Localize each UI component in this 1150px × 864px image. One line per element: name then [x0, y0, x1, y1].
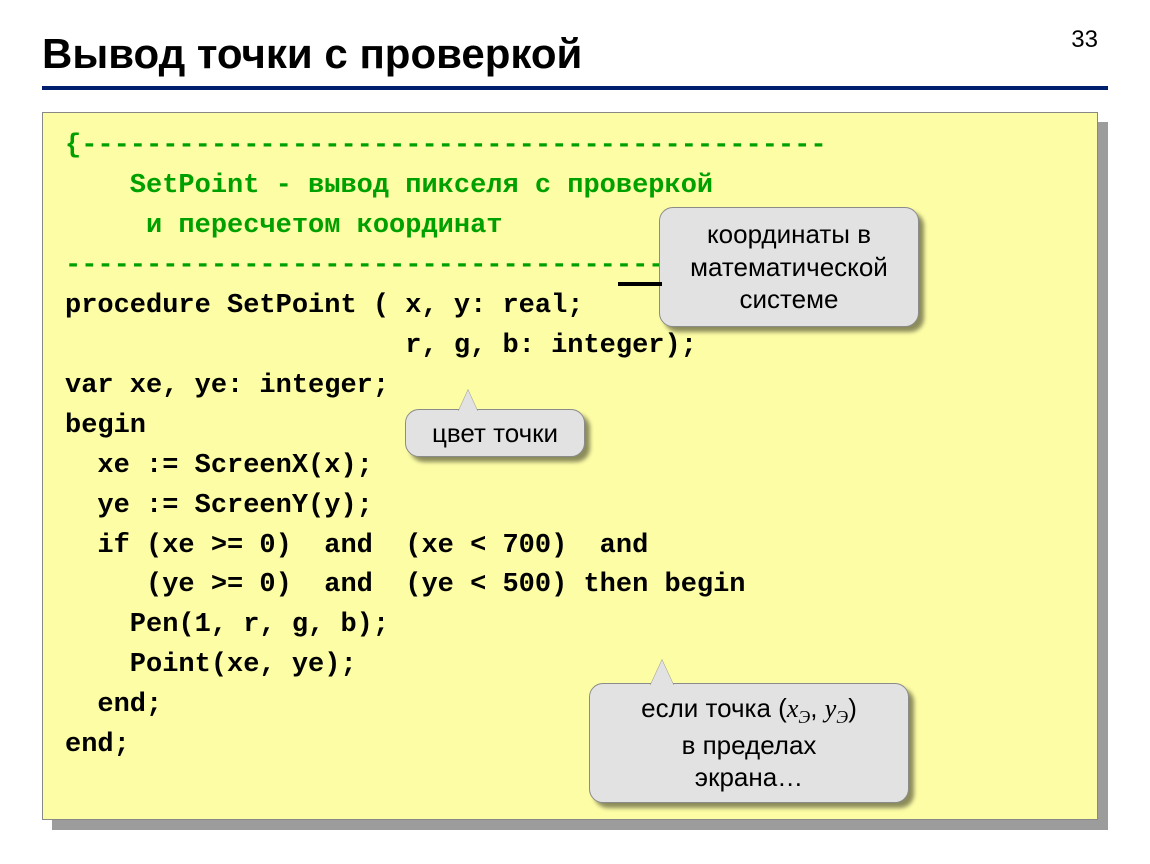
callout-in-screen: если точка (xЭ, yЭ) в пределах экрана…: [589, 683, 909, 803]
callout-text: математической: [674, 251, 904, 284]
callout-connector: [650, 660, 674, 686]
code-line: if (xe >= 0) and (xe < 700) and: [65, 531, 648, 561]
callout-text: экрана…: [604, 761, 894, 794]
callout-point-color: цвет точки: [405, 409, 585, 457]
comment-line: {---------------------------------------…: [65, 131, 827, 161]
code-line: Point(xe, ye);: [65, 650, 357, 680]
code-line: ye := ScreenY(y);: [65, 491, 373, 521]
callout-coords-math-system: координаты в математической системе: [659, 207, 919, 327]
callout-text: системе: [674, 283, 904, 316]
code-line: (ye >= 0) and (ye < 500) then begin: [65, 570, 746, 600]
page-number: 33: [1071, 26, 1098, 54]
callout-text: цвет точки: [420, 417, 570, 450]
slide: 33 Вывод точки с проверкой {------------…: [0, 0, 1150, 864]
callout-text: если точка (xЭ, yЭ): [604, 692, 894, 729]
comment-line: SetPoint - вывод пикселя с проверкой: [65, 171, 713, 201]
code-line: Pen(1, r, g, b);: [65, 610, 389, 640]
code-line: r, g, b: integer);: [65, 331, 697, 361]
callout-text: в пределах: [604, 729, 894, 762]
code-line: begin: [65, 411, 146, 441]
comment-line: и пересчетом координат: [65, 211, 502, 241]
code-line: end;: [65, 690, 162, 720]
callout-connector: [458, 390, 478, 412]
callout-connector: [618, 282, 662, 286]
code-line: xe := ScreenX(x);: [65, 451, 373, 481]
callout-text: координаты в: [674, 218, 904, 251]
code-line: procedure SetPoint ( x, y: real;: [65, 291, 583, 321]
code-line: end;: [65, 730, 130, 760]
title-underline: [42, 86, 1108, 90]
code-area: {---------------------------------------…: [42, 112, 1098, 820]
code-line: var xe, ye: integer;: [65, 371, 389, 401]
slide-title: Вывод точки с проверкой: [42, 30, 1108, 78]
code-box: {---------------------------------------…: [42, 112, 1098, 820]
